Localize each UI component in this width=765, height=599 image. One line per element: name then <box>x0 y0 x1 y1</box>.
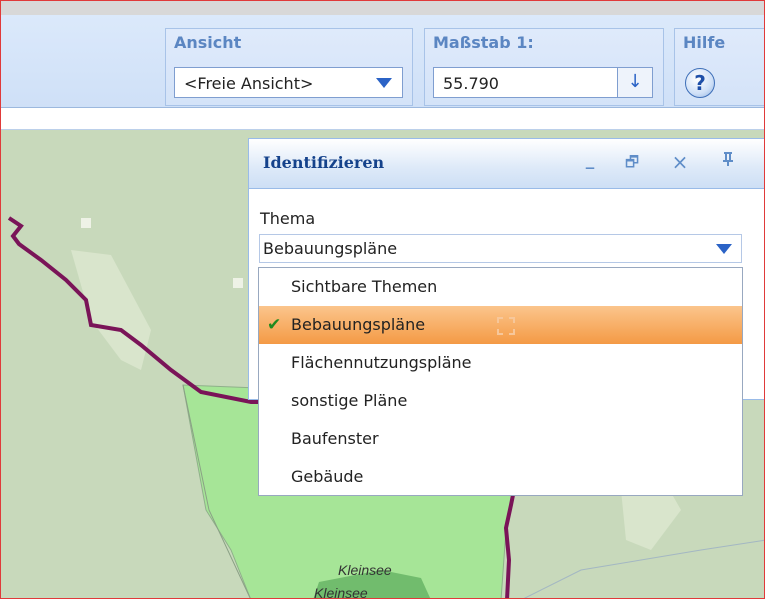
toolbar-spacer <box>1 108 764 130</box>
app-window: Ansicht <Freie Ansicht> Maßstab 1: 55.79… <box>0 0 765 599</box>
massstab-input[interactable]: 55.790 ↓ <box>433 67 653 98</box>
option-label: Sichtbare Themen <box>291 277 438 296</box>
thema-label: Thema <box>260 209 316 228</box>
map-label-lake1: Kleinsee <box>338 562 392 578</box>
top-strip <box>1 1 764 15</box>
close-icon[interactable]: × <box>669 151 691 173</box>
option-label: Bebauungspläne <box>291 315 426 334</box>
option-gebaeude[interactable]: Gebäude <box>259 458 742 496</box>
option-label: sonstige Pläne <box>291 391 408 410</box>
cursor-icon <box>497 317 515 335</box>
option-label: Gebäude <box>291 467 364 486</box>
thema-dropdown-list[interactable]: Sichtbare Themen ✔ Bebauungspläne Fläche… <box>258 267 743 496</box>
group-hilfe: Hilfe ? <box>674 28 764 106</box>
pin-icon[interactable] <box>717 151 739 173</box>
thema-combobox[interactable]: Bebauungspläne <box>259 234 742 263</box>
down-arrow-icon[interactable]: ↓ <box>617 68 652 97</box>
option-sonstige-plaene[interactable]: sonstige Pläne <box>259 382 742 420</box>
panel-header: Identifizieren _ 🗗 × <box>249 139 764 189</box>
option-bebauungsplaene[interactable]: ✔ Bebauungspläne <box>259 306 742 344</box>
option-baufenster[interactable]: Baufenster <box>259 420 742 458</box>
group-ansicht: Ansicht <Freie Ansicht> <box>165 28 413 106</box>
ansicht-select[interactable]: <Freie Ansicht> <box>174 67 403 98</box>
ansicht-value: <Freie Ansicht> <box>184 74 314 93</box>
help-icon[interactable]: ? <box>685 68 715 98</box>
group-massstab: Maßstab 1: 55.790 ↓ <box>424 28 664 106</box>
thema-value: Bebauungspläne <box>263 239 398 258</box>
massstab-value: 55.790 <box>443 74 499 93</box>
option-flaechennutzungsplaene[interactable]: Flächennutzungspläne <box>259 344 742 382</box>
restore-icon[interactable]: 🗗 <box>621 151 643 173</box>
option-label: Flächennutzungspläne <box>291 353 472 372</box>
option-sichtbare-themen[interactable]: Sichtbare Themen <box>259 268 742 306</box>
panel-title: Identifizieren <box>263 153 385 172</box>
option-label: Baufenster <box>291 429 379 448</box>
toolbar: Ansicht <Freie Ansicht> Maßstab 1: 55.79… <box>1 15 764 108</box>
massstab-title: Maßstab 1: <box>433 33 534 52</box>
ansicht-title: Ansicht <box>174 33 242 52</box>
checkmark-icon: ✔ <box>267 315 282 335</box>
hilfe-title: Hilfe <box>683 33 726 52</box>
triangle-down-icon[interactable] <box>376 78 392 88</box>
minimize-icon[interactable]: _ <box>579 149 601 171</box>
triangle-down-icon[interactable] <box>716 244 732 254</box>
map-label-lake2: Kleinsee <box>314 585 368 599</box>
